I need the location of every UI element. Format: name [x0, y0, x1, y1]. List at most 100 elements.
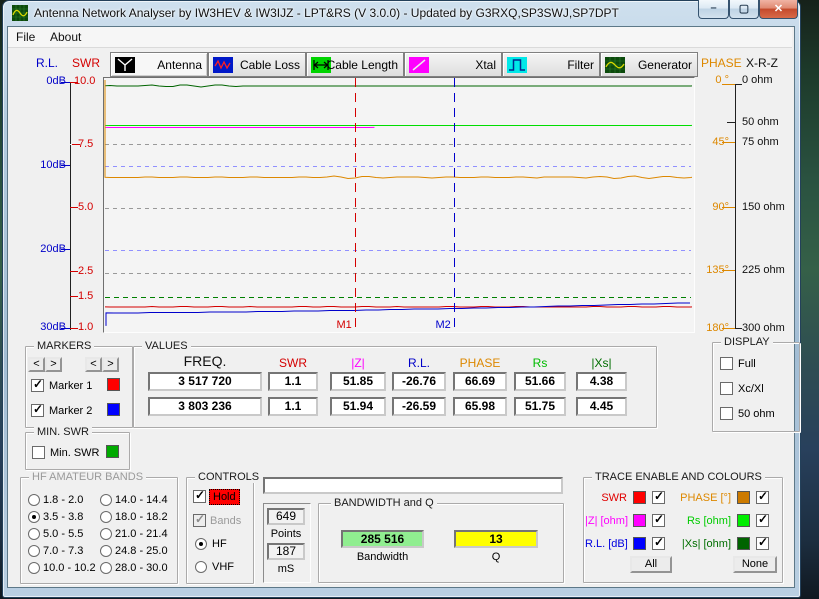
m2-phase-value: 65.98: [453, 397, 507, 416]
xtal-icon: [409, 57, 429, 73]
m1-rl-value: -26.76: [392, 372, 446, 391]
band-label: 10.0 - 10.2: [43, 562, 96, 574]
chart-plot-area[interactable]: M1M2: [103, 77, 695, 333]
tab-cable-length[interactable]: Cable Length: [306, 52, 404, 77]
trace-phase-label: PHASE [°]: [668, 492, 731, 504]
trace-z-swatch[interactable]: [633, 514, 646, 527]
swr-tick: 1.0: [78, 321, 93, 333]
trace-enable-group-title: TRACE ENABLE AND COLOURS: [592, 471, 765, 483]
band-radio-14.0-14.4[interactable]: [100, 494, 112, 506]
sweep-input[interactable]: [263, 477, 563, 494]
trace-phase-checkbox[interactable]: [756, 491, 769, 504]
band-label: 5.0 - 5.5: [43, 528, 83, 540]
tab-antenna[interactable]: Antenna: [110, 52, 208, 77]
tab-label: Cable Loss: [240, 58, 300, 72]
bandwidth-value: 285 516: [341, 530, 424, 548]
minimize-button[interactable]: –: [698, 0, 729, 19]
hf-radio[interactable]: [195, 538, 207, 550]
phase-tick-mark: [722, 142, 735, 143]
swr-tick-mark: [70, 328, 78, 329]
band-label: 14.0 - 14.4: [115, 494, 168, 506]
q-label: Q: [454, 551, 538, 563]
display-group-title: DISPLAY: [721, 336, 773, 348]
q-value: 13: [454, 530, 538, 548]
m1-phase-value: 66.69: [453, 372, 507, 391]
m2-rs-value: 51.75: [514, 397, 566, 416]
band-radio-24.8-25.0[interactable]: [100, 545, 112, 557]
m1-z-value: 51.85: [330, 372, 386, 391]
svg-text:M2: M2: [436, 319, 451, 330]
trace-swr-checkbox[interactable]: [652, 491, 665, 504]
marker1-next-button[interactable]: >: [45, 357, 62, 372]
marker2-checkbox[interactable]: [31, 404, 44, 417]
trace-xs-label: |Xs| [ohm]: [668, 538, 731, 550]
generator-icon: [605, 57, 625, 73]
band-radio-3.5-3.8[interactable]: [28, 511, 40, 523]
marker1-color-swatch[interactable]: [107, 378, 120, 391]
swr-tick: 2.5: [78, 265, 93, 277]
m2-freq-value[interactable]: 3 803 236: [148, 397, 262, 416]
band-radio-18.0-18.2[interactable]: [100, 511, 112, 523]
hold-checkbox[interactable]: [193, 490, 206, 503]
m2-z-value: 51.94: [330, 397, 386, 416]
trace-xs-swatch[interactable]: [737, 537, 750, 550]
display-full-checkbox[interactable]: [720, 357, 733, 370]
band-radio-10.0-10.2[interactable]: [28, 562, 40, 574]
trace-rl-swatch[interactable]: [633, 537, 646, 550]
trace-rs-swatch[interactable]: [737, 514, 750, 527]
ohm-tick: 0 ohm: [742, 74, 773, 86]
display-xcxl-checkbox[interactable]: [720, 382, 733, 395]
maximize-button[interactable]: ▢: [729, 0, 759, 19]
display-xcxl-label: Xc/Xl: [738, 383, 764, 395]
m2-swr-value: 1.1: [268, 397, 318, 416]
markers-group-title: MARKERS: [34, 340, 94, 352]
band-radio-28.0-30.0[interactable]: [100, 562, 112, 574]
display-50ohm-checkbox[interactable]: [720, 407, 733, 420]
controls-group-title: CONTROLS: [195, 471, 262, 483]
band-radio-7.0-7.3[interactable]: [28, 545, 40, 557]
rs-header: Rs: [514, 356, 566, 370]
band-radio-1.8-2.0[interactable]: [28, 494, 40, 506]
tab-generator[interactable]: Generator: [600, 52, 698, 77]
min-swr-color-swatch[interactable]: [106, 445, 119, 458]
band-radio-5.0-5.5[interactable]: [28, 528, 40, 540]
ohm-tick: 150 ohm: [742, 201, 785, 213]
m1-rs-value: 51.66: [514, 372, 566, 391]
trace-swr-swatch[interactable]: [633, 491, 646, 504]
min-swr-checkbox[interactable]: [32, 446, 45, 459]
trace-none-button[interactable]: None: [733, 556, 777, 573]
trace-rl-checkbox[interactable]: [652, 537, 665, 550]
trace-rs-checkbox[interactable]: [756, 514, 769, 527]
trace-all-button[interactable]: All: [630, 556, 672, 573]
window-title: Antenna Network Analyser by IW3HEV & IW3…: [34, 6, 619, 20]
ohm-tick-mark: [735, 84, 742, 85]
marker1-label: Marker 1: [49, 380, 92, 392]
marker2-prev-button[interactable]: <: [85, 357, 102, 372]
menu-file[interactable]: File: [10, 29, 41, 45]
vhf-radio[interactable]: [195, 561, 207, 573]
tab-xtal[interactable]: Xtal: [404, 52, 502, 77]
tab-cable-loss[interactable]: Cable Loss: [208, 52, 306, 77]
band-radio-21.0-21.4[interactable]: [100, 528, 112, 540]
tab-label: Cable Length: [327, 58, 398, 72]
menu-about[interactable]: About: [44, 29, 87, 45]
close-button[interactable]: ✕: [759, 0, 798, 19]
trace-z-checkbox[interactable]: [652, 514, 665, 527]
ms-label: mS: [263, 563, 309, 575]
trace-phase-swatch[interactable]: [737, 491, 750, 504]
min-swr-group-title: MIN. SWR: [34, 426, 92, 438]
marker2-next-button[interactable]: >: [102, 357, 119, 372]
marker1-checkbox[interactable]: [31, 379, 44, 392]
marker1-prev-button[interactable]: <: [28, 357, 45, 372]
ohm-tick-mark: [735, 328, 742, 329]
band-label: 18.0 - 18.2: [115, 511, 168, 523]
z-header: |Z|: [330, 356, 386, 370]
m1-freq-value[interactable]: 3 517 720: [148, 372, 262, 391]
right-axis-line: [735, 84, 736, 328]
swr-tick-mark: [70, 207, 78, 208]
marker2-color-swatch[interactable]: [107, 403, 120, 416]
swr-tick-mark: [70, 82, 78, 83]
tab-filter[interactable]: Filter: [502, 52, 600, 77]
xs-header: |Xs|: [576, 356, 627, 370]
trace-xs-checkbox[interactable]: [756, 537, 769, 550]
